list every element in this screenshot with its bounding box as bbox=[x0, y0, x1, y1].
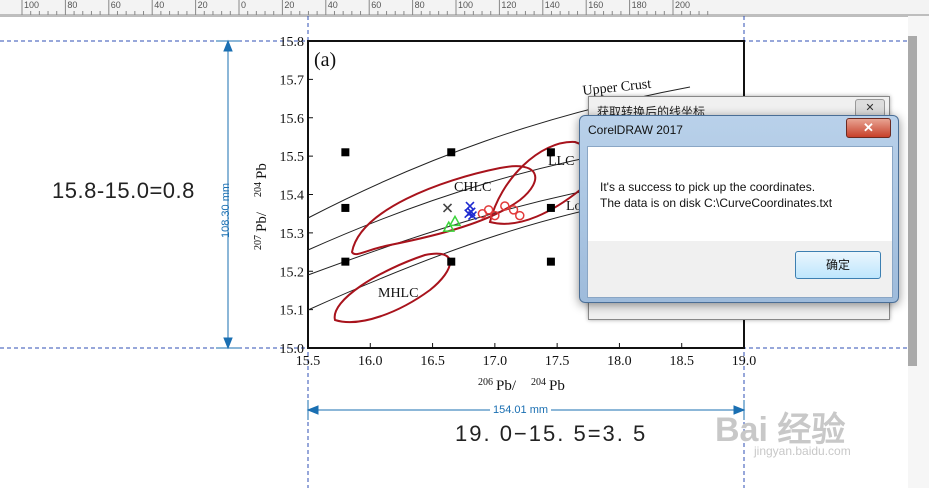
vertical-dimension-label: 108.30 mm bbox=[220, 182, 232, 238]
svg-text:204: 204 bbox=[531, 377, 546, 388]
ruler-label: 200 bbox=[675, 0, 691, 10]
ruler-label: 160 bbox=[588, 0, 604, 10]
dialog-content: It's a success to pick up the coordinate… bbox=[587, 146, 893, 298]
dialog-message-line2: The data is on disk C:\CurveCoordinates.… bbox=[600, 196, 833, 210]
y-tick-label: 15.8 bbox=[280, 35, 305, 50]
y-tick-label: 15.1 bbox=[280, 304, 305, 319]
dialog-title: CorelDRAW 2017 bbox=[588, 123, 683, 137]
ruler-label: 140 bbox=[544, 0, 560, 10]
control-point-marker bbox=[341, 257, 350, 266]
ruler-label: 100 bbox=[24, 0, 40, 10]
ruler-label: 40 bbox=[154, 0, 165, 10]
ruler-label: 60 bbox=[110, 0, 121, 10]
control-point-marker bbox=[341, 203, 350, 212]
x-range-calculation: 19. 0−15. 5=3. 5 bbox=[455, 421, 648, 446]
svg-text:207: 207 bbox=[253, 235, 264, 250]
control-point-marker bbox=[447, 148, 456, 157]
x-tick-label: 16.5 bbox=[420, 354, 445, 369]
control-point-marker bbox=[546, 203, 555, 212]
dialog-message-line1: It's a success to pick up the coordinate… bbox=[600, 180, 816, 194]
message-dialog[interactable]: CorelDRAW 2017 ✕ It's a success to pick … bbox=[579, 115, 899, 303]
ruler-label: 80 bbox=[67, 0, 78, 10]
y-tick-label: 15.7 bbox=[280, 73, 305, 88]
ruler-label: 0 bbox=[241, 0, 247, 10]
panel-label: (a) bbox=[314, 49, 336, 71]
svg-text:Pb/: Pb/ bbox=[496, 378, 517, 394]
y-tick-label: 15.4 bbox=[280, 189, 305, 204]
data-point-x bbox=[442, 203, 453, 213]
curve-label-llc: LLC bbox=[548, 154, 574, 169]
close-button[interactable]: ✕ bbox=[846, 118, 891, 138]
y-tick-label: 15.2 bbox=[280, 265, 305, 280]
svg-text:Pb/: Pb/ bbox=[254, 211, 270, 232]
x-tick-label: 17.0 bbox=[483, 354, 508, 369]
ok-button[interactable]: 确定 bbox=[795, 251, 881, 279]
y-range-calculation: 15.8-15.0=0.8 bbox=[52, 178, 195, 203]
y-tick-label: 15.6 bbox=[280, 112, 305, 127]
y-tick-label: 15.0 bbox=[280, 342, 305, 357]
horizontal-dimension-label: 154.01 mm bbox=[490, 404, 552, 416]
ruler-label: 180 bbox=[631, 0, 647, 10]
field-label-mhlc: MHLC bbox=[378, 286, 418, 301]
ruler-label: 20 bbox=[284, 0, 295, 10]
dialog-message: It's a success to pick up the coordinate… bbox=[600, 179, 832, 211]
ruler-label: 20 bbox=[197, 0, 208, 10]
ruler-label: 40 bbox=[327, 0, 338, 10]
x-tick-label: 18.0 bbox=[607, 354, 632, 369]
svg-text:204: 204 bbox=[253, 182, 264, 197]
svg-text:206: 206 bbox=[478, 377, 493, 388]
horizontal-ruler[interactable]: 100 80 60 40 20 0 20 40 60 80 100 120 140 160 180 200 bbox=[0, 0, 929, 17]
field-label-chlc: CHLC bbox=[454, 180, 491, 195]
vertical-scrollbar[interactable] bbox=[908, 16, 929, 488]
y-tick-label: 15.3 bbox=[280, 227, 305, 242]
x-axis-title: 206 Pb/ 204 Pb bbox=[478, 377, 565, 394]
y-tick-label: 15.5 bbox=[280, 150, 305, 165]
data-point-triangle bbox=[448, 214, 462, 227]
y-axis-title: 207 Pb/ 204 Pb bbox=[253, 163, 270, 250]
x-tick-label: 18.5 bbox=[669, 354, 694, 369]
x-tick-label: 17.5 bbox=[545, 354, 570, 369]
scrollbar-thumb[interactable] bbox=[908, 36, 917, 366]
ruler-label: 120 bbox=[501, 0, 517, 10]
svg-text:Pb: Pb bbox=[549, 378, 565, 394]
dialog-footer: 确定 bbox=[588, 241, 892, 297]
ruler-label: 60 bbox=[371, 0, 382, 10]
svg-text:Pb: Pb bbox=[254, 163, 270, 179]
x-tick-label: 19.0 bbox=[732, 354, 757, 369]
control-point-marker bbox=[546, 257, 555, 266]
control-point-marker bbox=[447, 257, 456, 266]
ruler-label: 100 bbox=[458, 0, 474, 10]
x-tick-label: 16.0 bbox=[358, 354, 383, 369]
control-point-marker bbox=[341, 148, 350, 157]
ruler-label: 80 bbox=[414, 0, 425, 10]
data-point-circle bbox=[515, 210, 525, 221]
watermark-url: jingyan.baidu.com bbox=[754, 444, 851, 458]
